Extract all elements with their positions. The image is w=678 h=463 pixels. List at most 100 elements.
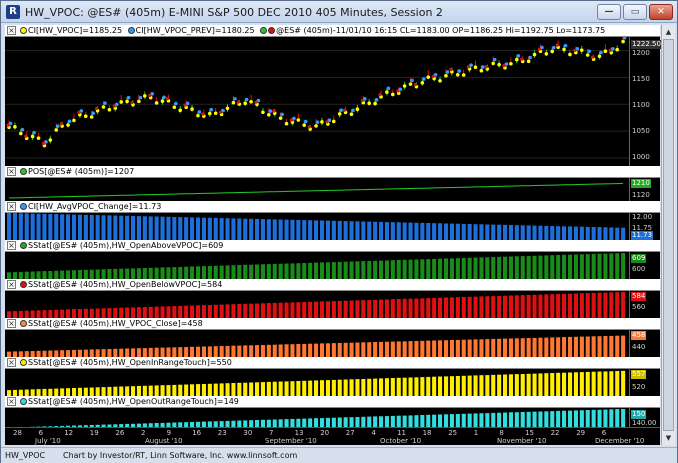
openabove-bar [420, 259, 425, 279]
vpoc-prev-dot [587, 49, 591, 54]
openabove-bar [60, 270, 65, 279]
openabove-bar [83, 269, 88, 279]
pos-plot[interactable] [5, 178, 629, 201]
openbelow-bar [308, 301, 313, 318]
window-title: HW_VPOC: @ES# (405m) E-MINI S&P 500 DEC … [25, 6, 443, 19]
vpocclose-bar [503, 338, 508, 357]
openbelow-bar [449, 297, 454, 318]
openinrange-bar [491, 374, 496, 396]
openabove-bar [18, 271, 23, 279]
openinrange-bar [449, 376, 454, 396]
avgvpoc-bar [18, 213, 23, 240]
vertical-scrollbar[interactable]: ▲ ▼ [661, 25, 675, 445]
last-price-badge: 1222.50 [631, 40, 662, 49]
x-tick: 1 [473, 429, 479, 437]
close-pane-icon[interactable]: × [7, 241, 16, 250]
close-pane-icon[interactable]: × [7, 319, 16, 328]
close-pane-icon[interactable]: × [7, 280, 16, 289]
vpoc-prev-dot [563, 43, 568, 48]
vpoc-dot-icon [20, 27, 27, 34]
scroll-up-icon[interactable]: ▲ [663, 26, 674, 38]
pos-legend-label: POS[@ES# (405m)]=1207 [28, 167, 135, 176]
avgvpoc-pane[interactable]: × CI[HW_AvgVPOC_Change]=11.73 12.00 11.7… [5, 201, 660, 240]
openabove-bar [367, 261, 372, 279]
x-tick: 23 [217, 429, 227, 437]
openabove-badge: 609 [631, 254, 647, 263]
vpocclose-bar [621, 335, 626, 357]
vpocclose-bar [538, 337, 543, 357]
openinrange-bar [396, 377, 401, 396]
avgvpoc-bar [526, 225, 531, 240]
scroll-down-icon[interactable]: ▼ [663, 432, 674, 444]
openbelow-bar [166, 306, 171, 318]
openabove-pane[interactable]: × SStat[@ES# (405m),HW_OpenAboveVPOC]=60… [5, 240, 660, 279]
avgvpoc-bar [331, 220, 336, 240]
openinrange-bar [455, 376, 460, 396]
vpocclose-bar [438, 340, 443, 357]
close-pane-icon[interactable]: × [7, 202, 16, 211]
vpocclose-bar [390, 341, 395, 357]
pos-pane[interactable]: × POS[@ES# (405m)]=1207 1120 1210 [5, 166, 660, 201]
openabove-bar [160, 267, 165, 279]
vpoc-dot [296, 118, 301, 122]
price-pane[interactable]: × CI[HW_VPOC]=1185.25 CI[HW_VPOC_PREV]=1… [5, 25, 662, 166]
openinrange-plot[interactable] [5, 369, 629, 396]
maximize-button[interactable]: ▭ [623, 4, 647, 20]
openinrange-y-axis: 520 557 [629, 369, 660, 396]
avgvpoc-bar [125, 215, 130, 240]
openbelow-badge: 584 [631, 292, 647, 301]
vpoc-dot [314, 124, 318, 128]
openbelow-bar [532, 294, 537, 318]
vpocclose-pane[interactable]: × SStat[@ES# (405m),HW_VPOC_Close]=458 4… [5, 318, 660, 357]
avgvpoc-y-axis: 12.00 11.75 11.73 [629, 213, 660, 240]
openinrange-pane[interactable]: × SStat[@ES# (405m),HW_OpenInRangeTouch]… [5, 357, 660, 396]
openinrange-bar [585, 371, 590, 396]
minimize-button[interactable]: — [597, 4, 621, 20]
vpoc-prev-dot [138, 95, 143, 100]
vpoc-prev-dot-icon [127, 27, 135, 34]
price-dot [148, 93, 152, 98]
chart-area[interactable]: × CI[HW_VPOC]=1185.25 CI[HW_VPOC_PREV]=1… [5, 25, 662, 445]
openbelow-bar [538, 294, 543, 318]
time-axis: 28 6 12 19 26 2 9 16 23 30 7 13 20 27 4 11 18 25 1 8 15 22 29 6… [5, 427, 660, 445]
avgvpoc-bar [503, 224, 508, 240]
scroll-thumb[interactable] [663, 39, 674, 431]
vpoc-prev-dot [422, 77, 426, 81]
vpocclose-plot[interactable] [5, 330, 629, 357]
openinrange-bar [408, 377, 413, 396]
vpoc-dot [408, 82, 413, 86]
vpoc-dot [320, 120, 324, 124]
openabove-bar [467, 257, 472, 279]
openinrange-bar [142, 385, 147, 396]
vpoc-dot [83, 114, 88, 119]
openinrange-bar [325, 380, 330, 396]
openinrange-bar [320, 380, 325, 396]
close-pane-icon[interactable]: × [7, 358, 16, 367]
avgvpoc-plot[interactable] [5, 213, 629, 240]
price-dot [466, 65, 471, 69]
openabove-bar [373, 260, 378, 279]
openabove-bar [66, 270, 71, 279]
openoutrange-dot-icon [20, 398, 27, 405]
vpocclose-bar [213, 346, 218, 357]
openbelow-plot[interactable] [5, 291, 629, 318]
openinrange-bar [125, 386, 130, 396]
close-pane-icon[interactable]: × [7, 397, 16, 406]
openinrange-bar [503, 374, 508, 396]
openbelow-bar [184, 305, 189, 318]
price-dot [165, 97, 170, 101]
title-bar[interactable]: R HW_VPOC: @ES# (405m) E-MINI S&P 500 DE… [1, 1, 677, 23]
vpoc-dot [54, 128, 59, 132]
vpocclose-bar [544, 337, 549, 357]
avgvpoc-bar [449, 223, 454, 240]
x-month-label: October '10 [380, 437, 422, 445]
price-plot[interactable] [5, 37, 629, 166]
openbelow-pane[interactable]: × SStat[@ES# (405m),HW_OpenBelowVPOC]=58… [5, 279, 660, 318]
openabove-plot[interactable] [5, 252, 629, 279]
avgvpoc-bar [113, 215, 118, 240]
x-tick: 26 [115, 429, 125, 437]
close-pane-icon[interactable]: × [7, 26, 16, 35]
close-pane-icon[interactable]: × [7, 167, 16, 176]
close-button[interactable]: ✕ [649, 4, 673, 20]
openbelow-bar [42, 310, 47, 318]
